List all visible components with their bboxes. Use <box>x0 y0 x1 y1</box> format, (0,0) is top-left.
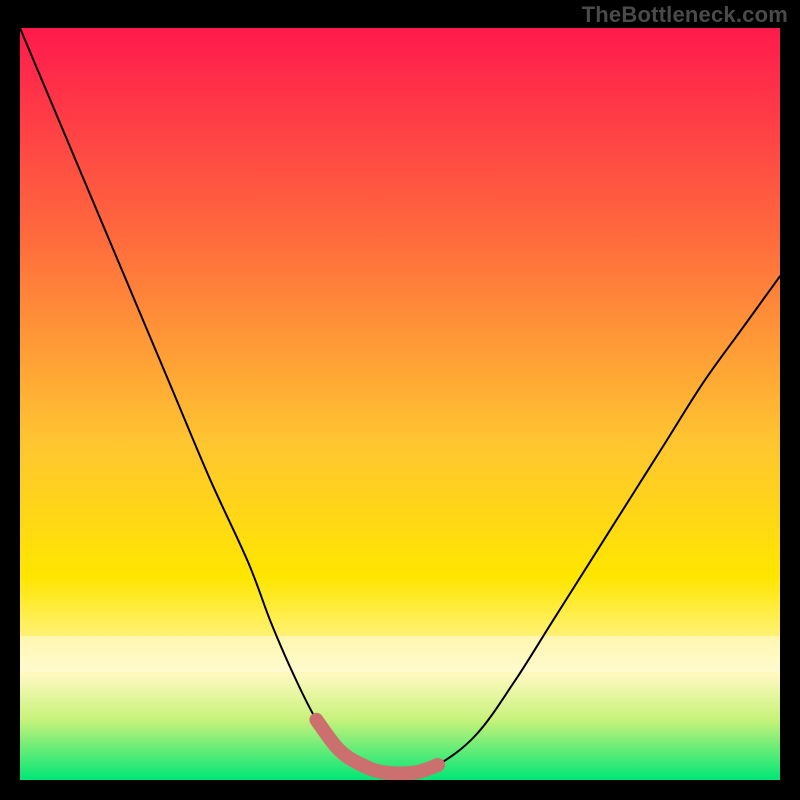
plot-area <box>20 28 780 780</box>
chart-frame: TheBottleneck.com <box>0 0 800 800</box>
bottleneck-chart <box>20 28 780 780</box>
pale-band <box>20 636 780 672</box>
watermark-label: TheBottleneck.com <box>582 2 788 28</box>
